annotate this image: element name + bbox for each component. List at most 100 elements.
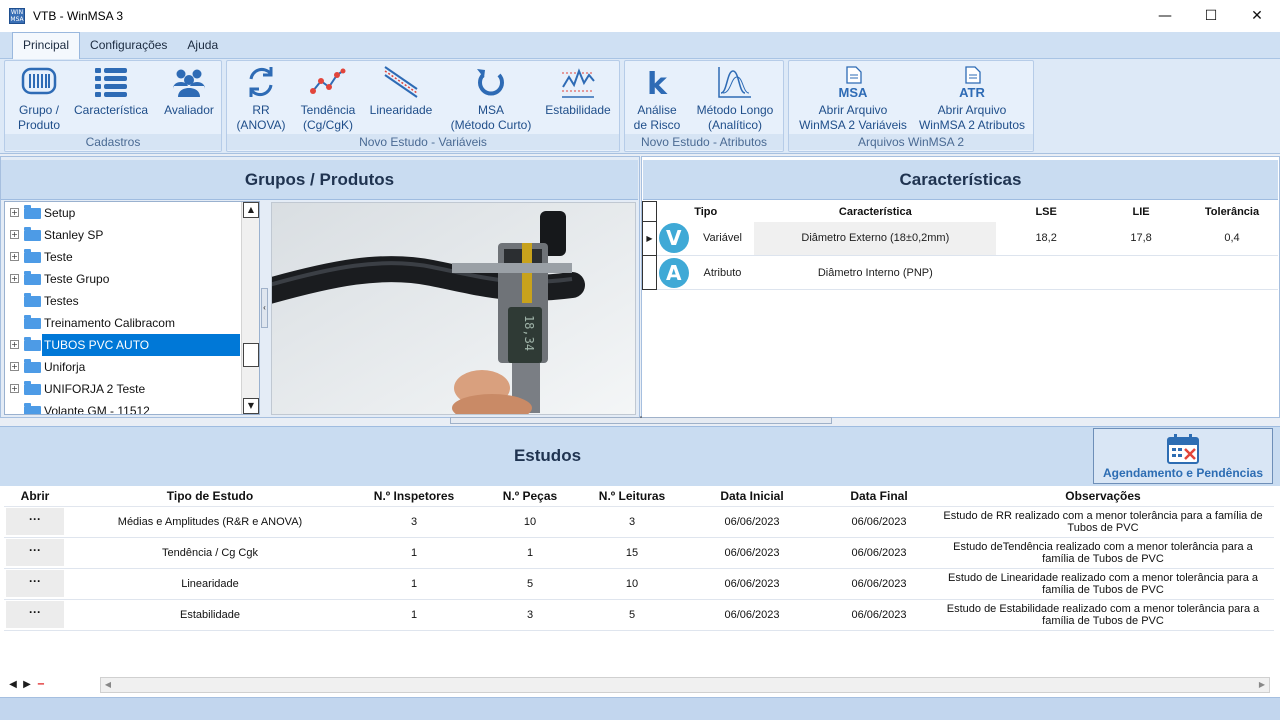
cell-pecas: 10 xyxy=(523,515,537,528)
tree-item[interactable]: Testes xyxy=(5,290,259,312)
characteristic-row[interactable]: A Atributo Diâmetro Interno (PNP) xyxy=(642,255,1278,290)
study-row[interactable]: ··· Tendência / Cg Cgk 1 1 15 06/06/2023 06/06… xyxy=(4,537,1274,569)
characteristics-table: Tipo Característica LSE LIE Tolerância ▶… xyxy=(642,201,1278,291)
abrir-atributos-label-1: Abrir Arquivo xyxy=(937,103,1007,117)
stability-chart-icon xyxy=(562,68,595,98)
cell-leituras-cell: 5 xyxy=(586,599,678,631)
scroll-down-icon[interactable]: ▼ xyxy=(243,398,259,414)
minimize-icon[interactable]: — xyxy=(1142,0,1188,32)
cell-tipo: Variável xyxy=(690,221,755,256)
scroll-thumb[interactable] xyxy=(243,343,259,367)
tree-item[interactable]: + Teste xyxy=(5,246,259,268)
expand-icon[interactable]: + xyxy=(10,362,19,371)
cell-tolerancia xyxy=(1186,255,1278,290)
tree-item[interactable]: + Teste Grupo xyxy=(5,268,259,290)
metodo-longo-button[interactable]: Método Longo (Analítico) xyxy=(691,65,779,133)
col-tipo: Tipo xyxy=(694,205,718,218)
row-indicator-header xyxy=(642,201,657,222)
abrir-variaveis-label-2: WinMSA 2 Variáveis xyxy=(799,118,907,132)
analise-label-2: de Risco xyxy=(633,118,681,132)
expand-icon[interactable]: + xyxy=(10,230,19,239)
tree-scrollbar[interactable]: ▲ ▼ xyxy=(241,202,259,414)
open-study-button[interactable]: ··· xyxy=(6,539,64,566)
rr-anova-button[interactable]: RR (ANOVA) xyxy=(233,65,289,133)
cell-tipo-estudo-cell: Estabilidade xyxy=(66,599,354,631)
expand-icon[interactable]: + xyxy=(10,340,19,349)
grupo-produto-label-2: Produto xyxy=(17,118,61,132)
expand-icon[interactable]: + xyxy=(10,274,19,283)
cell-data-inicial: 06/06/2023 xyxy=(724,608,780,621)
estabilidade-button[interactable]: Estabilidade xyxy=(543,65,613,118)
analise-de-risco-button[interactable]: k Análise de Risco xyxy=(631,65,683,133)
tab-ajuda[interactable]: Ajuda xyxy=(177,33,228,58)
prev-record-icon[interactable]: ◀ xyxy=(6,677,20,693)
col-lse: LSE xyxy=(1035,205,1057,218)
open-study-button-cell[interactable]: ··· xyxy=(4,537,66,569)
scroll-up-icon[interactable]: ▲ xyxy=(243,202,259,218)
cell-observacoes-cell: Estudo de RR realizado com a menor toler… xyxy=(932,506,1274,538)
cell-tolerancia: 0,4 xyxy=(1186,221,1278,256)
horizontal-splitter-handle[interactable]: ˅ xyxy=(450,417,832,424)
tree-item[interactable]: + TUBOS PVC AUTO xyxy=(5,334,259,356)
groups-panel-title: Grupos / Produtos xyxy=(1,160,638,200)
study-row[interactable]: ··· Linearidade 1 5 10 06/06/2023 06/06/2023 Es… xyxy=(4,568,1274,600)
estabilidade-label: Estabilidade xyxy=(545,103,611,117)
study-row[interactable]: ··· Médias e Amplitudes (R&R e ANOVA) 3 10 3… xyxy=(4,506,1274,538)
tree-item-label: Teste Grupo xyxy=(44,272,110,286)
abrir-winmsa2-variaveis-button[interactable]: MSA Abrir Arquivo WinMSA 2 Variáveis xyxy=(795,65,911,133)
linearity-icon xyxy=(384,66,418,98)
cell-observacoes: Estudo de Estabilidade realizado com a m… xyxy=(946,602,1260,627)
abrir-winmsa2-atributos-button[interactable]: ATR Abrir Arquivo WinMSA 2 Atributos xyxy=(915,65,1029,133)
open-study-button-cell[interactable]: ··· xyxy=(4,506,66,538)
tendencia-button[interactable]: Tendência (Cg/CgK) xyxy=(295,65,361,133)
scroll-left-icon[interactable]: ◀ xyxy=(101,678,115,692)
expand-icon[interactable]: + xyxy=(10,252,19,261)
avaliador-button[interactable]: Avaliador xyxy=(157,65,221,118)
col-data-final: Data Final xyxy=(826,487,932,507)
cell-lie: 17,8 xyxy=(1096,221,1186,256)
cell-data-inicial: 06/06/2023 xyxy=(724,515,780,528)
open-study-button[interactable]: ··· xyxy=(6,508,64,535)
grupo-produto-button[interactable]: Grupo / Produto xyxy=(13,65,65,133)
cell-pecas-cell: 5 xyxy=(474,568,586,600)
agendamento-button[interactable]: Agendamento e Pendências xyxy=(1093,428,1273,484)
svg-text:k: k xyxy=(647,67,668,99)
study-row[interactable]: ··· Estabilidade 1 3 5 06/06/2023 06/06/2023 Es… xyxy=(4,599,1274,631)
tree-item[interactable]: Volante GM - 11512 xyxy=(5,400,259,414)
studies-horizontal-scrollbar[interactable]: ◀ ▶ xyxy=(100,677,1270,693)
type-badge-cell: A xyxy=(656,255,691,290)
msa-metodo-curto-button[interactable]: MSA (Método Curto) xyxy=(443,65,539,133)
scroll-right-icon[interactable]: ▶ xyxy=(1255,678,1269,692)
variable-badge-icon: V xyxy=(658,223,689,254)
col-leituras: N.º Leituras xyxy=(586,487,678,507)
characteristic-row[interactable]: ▶ V Variável Diâmetro Externo (18±0,2mm)… xyxy=(642,221,1278,256)
open-study-button-cell[interactable]: ··· xyxy=(4,568,66,600)
tree-item[interactable]: + UNIFORJA 2 Teste xyxy=(5,378,259,400)
cell-inspetores-cell: 1 xyxy=(354,537,474,569)
open-study-button[interactable]: ··· xyxy=(6,601,64,628)
maximize-icon[interactable]: ☐ xyxy=(1188,0,1234,32)
cell-data-final: 06/06/2023 xyxy=(851,515,907,528)
tendencia-label-2: (Cg/CgK) xyxy=(302,118,353,132)
open-study-button-cell[interactable]: ··· xyxy=(4,599,66,631)
tab-configuracoes[interactable]: Configurações xyxy=(80,33,177,58)
linearidade-button[interactable]: Linearidade xyxy=(365,65,437,118)
tree-item[interactable]: + Stanley SP xyxy=(5,224,259,246)
tab-principal[interactable]: Principal xyxy=(12,32,81,59)
open-study-button[interactable]: ··· xyxy=(6,570,64,597)
tree-item[interactable]: + Setup xyxy=(5,202,259,224)
tree-item[interactable]: Treinamento Calibracom xyxy=(5,312,259,334)
next-record-icon[interactable]: ▶ xyxy=(20,677,34,693)
delete-record-icon[interactable]: − xyxy=(34,677,48,693)
studies-title: Estudos xyxy=(513,446,582,465)
cell-data-inicial-cell: 06/06/2023 xyxy=(678,537,826,569)
expand-icon[interactable]: + xyxy=(10,208,19,217)
caracteristica-button[interactable]: Característica xyxy=(73,65,149,118)
expand-icon[interactable]: + xyxy=(10,384,19,393)
grupo-produto-label-1: Grupo / xyxy=(18,103,60,117)
splitter-handle[interactable]: ‹ xyxy=(261,288,268,328)
rr-label-1: RR xyxy=(252,103,270,117)
folder-icon xyxy=(24,293,41,307)
tree-item[interactable]: + Uniforja xyxy=(5,356,259,378)
close-icon[interactable]: ✕ xyxy=(1234,0,1280,32)
